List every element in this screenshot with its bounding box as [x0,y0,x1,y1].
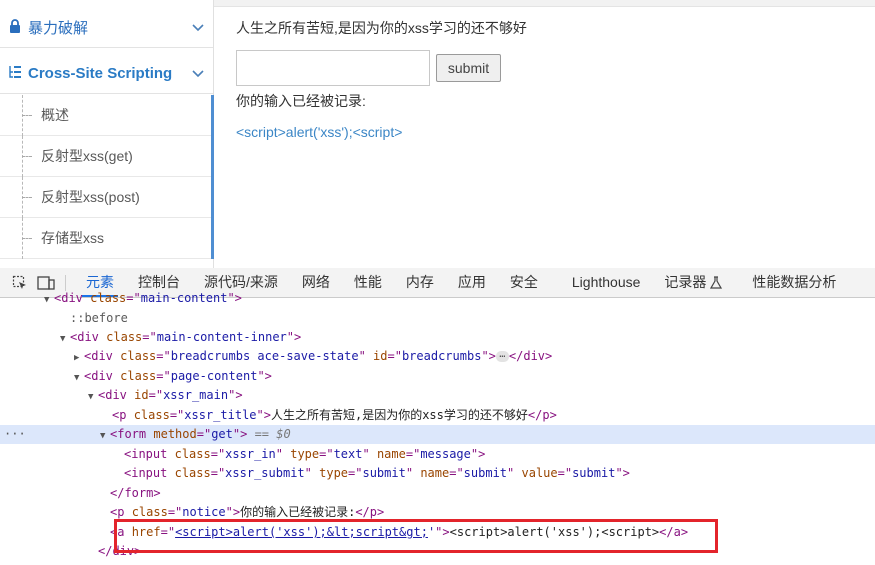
dom-node[interactable]: ▼ <div class="main-content-inner"> [0,328,875,347]
dom-node[interactable]: </form> [0,484,875,503]
sidebar-item-stored-xss[interactable]: 存储型xss [0,218,211,259]
main-content: 人生之所有苦短,是因为你的xss学习的还不够好 submit 你的输入已经被记录… [214,0,875,268]
sidebar-item-label: 暴力破解 [28,20,89,37]
more-options-icon[interactable]: ··· [4,425,26,444]
dom-node-selected[interactable]: ··· ▼ <form method="get"> == $0 [0,425,875,444]
sidebar-item-brute-force[interactable]: 暴力破解 [0,8,213,48]
expand-triangle-icon: ▼ [88,392,94,402]
sidebar-item-label: 反射型xss(get) [41,148,133,164]
notice-text: 你的输入已经被记录: [236,93,366,109]
sidebar-item-label: 反射型xss(post) [41,189,140,205]
flask-icon [710,275,723,290]
dom-node[interactable]: <input class="xssr_submit" type="submit"… [0,464,875,483]
page-title: 人生之所有苦短,是因为你的xss学习的还不够好 [236,20,527,36]
devtools-panel: 元素 控制台 源代码/来源 网络 性能 内存 应用 安全 Lighthouse … [0,268,875,565]
collapse-triangle-icon: ▶ [74,353,80,363]
dom-node[interactable]: ▼ <div id="xssr_main"> [0,386,875,405]
tree-list-icon [2,65,28,82]
dom-node[interactable]: ▼ <div class="main-content"> [0,289,875,308]
sidebar-item-label: 概述 [41,107,69,123]
reflected-link[interactable]: <script>alert('xss');<script> [236,124,402,140]
sidebar-item-label: 存储型xss [41,230,104,246]
ellipsis-icon[interactable]: … [495,350,509,362]
annotation-highlight-box [114,519,718,553]
sidebar-item-xss[interactable]: Cross-Site Scripting [0,54,213,94]
lock-icon [2,19,28,36]
dom-node[interactable]: <input class="xssr_in" type="text" name=… [0,445,875,464]
sidebar-item-reflected-xss-post[interactable]: 反射型xss(post) [0,177,211,218]
dom-node[interactable]: ▼ <div class="page-content"> [0,367,875,386]
message-input[interactable] [236,50,430,86]
dom-node[interactable]: ::before [0,309,875,328]
xss-submenu: 概述 反射型xss(get) 反射型xss(post) 存储型xss [0,95,214,259]
expand-triangle-icon: ▼ [44,295,50,305]
submit-button[interactable]: submit [436,54,501,82]
chevron-down-icon [183,67,213,81]
sidebar-item-reflected-xss-get[interactable]: 反射型xss(get) [0,136,211,177]
expand-triangle-icon: ▼ [100,431,106,441]
sidebar-item-label: Cross-Site Scripting [28,65,173,82]
dom-node[interactable]: ▶ <div class="breadcrumbs ace-save-state"… [0,347,875,366]
web-page: 暴力破解 Cross-Site Scripting 概述 反射型xss(get) [0,0,875,268]
sidebar: 暴力破解 Cross-Site Scripting 概述 反射型xss(get) [0,0,214,268]
chevron-down-icon [183,21,213,35]
dom-node[interactable]: <p class="xssr_title">人生之所有苦短,是因为你的xss学习… [0,406,875,425]
sidebar-item-overview[interactable]: 概述 [0,95,211,136]
breadcrumb-bar [214,0,875,7]
